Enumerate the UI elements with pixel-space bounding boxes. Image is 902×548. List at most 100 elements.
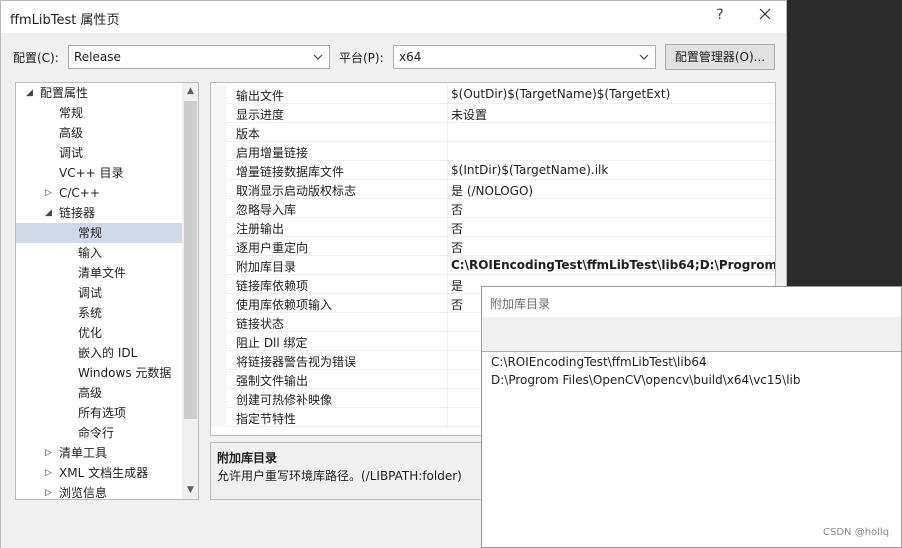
config-select-value: Release (74, 50, 121, 64)
column-separator (447, 408, 448, 427)
property-value[interactable]: C:\ROIEncodingTest\ffmLibTest\lib64;D:\P… (451, 258, 775, 272)
tree-item[interactable]: 所有选项 (16, 403, 182, 423)
tree-item[interactable]: Windows 元数据 (16, 363, 182, 383)
property-name: 启用增量链接 (236, 146, 309, 160)
property-row[interactable]: 输出文件 $(OutDir)$(TargetName)$(TargetExt) (211, 85, 775, 104)
property-value[interactable]: 否 (451, 201, 463, 218)
tree-item[interactable]: ▷ XML 文档生成器 (16, 463, 182, 483)
tree-scrollbar[interactable]: ▲ ▼ (182, 83, 198, 499)
category-tree: ◢ 配置属性 常规 高级 调试 VC++ 目录 ▷ C/C++ ◢ 链接器 常规 输入 清单文件 调试 系统… (15, 82, 199, 500)
tree-item[interactable]: 常规 (16, 103, 182, 123)
platform-select[interactable]: x64 (393, 45, 656, 69)
column-separator (447, 237, 448, 256)
property-value[interactable]: 否 (451, 239, 463, 256)
property-value[interactable]: 是 (/NOLOGO) (451, 182, 533, 199)
tree-item-label: 高级 (59, 126, 84, 140)
row-gutter (211, 199, 227, 218)
tree-item[interactable]: 系统 (16, 303, 182, 323)
tree-item[interactable]: ◢ 链接器 (16, 203, 182, 223)
tree-item-label: 清单工具 (59, 446, 108, 460)
row-gutter (211, 104, 227, 123)
property-row[interactable]: 注册输出 否 (211, 218, 775, 237)
platform-select-value: x64 (399, 50, 422, 64)
tree-item[interactable]: 调试 (16, 143, 182, 163)
tree-item[interactable]: ◢ 配置属性 (16, 83, 182, 103)
property-name: 指定节特性 (236, 412, 297, 426)
property-row[interactable]: 显示进度 未设置 (211, 104, 775, 123)
tree-item[interactable]: 高级 (16, 123, 182, 143)
property-name: 版本 (236, 127, 261, 141)
watermark: CSDN @hollq (823, 527, 890, 538)
expand-arrow-icon[interactable]: ▷ (45, 443, 55, 463)
property-value[interactable]: 未设置 (451, 106, 487, 123)
chevron-down-icon (313, 54, 323, 60)
property-row[interactable]: 增量链接数据库文件 $(IntDir)$(TargetName).ilk (211, 161, 775, 180)
property-name: 阻止 Dll 绑定 (236, 336, 308, 350)
property-row[interactable]: 启用增量链接 (211, 142, 775, 161)
property-row[interactable]: 逐用户重定向 否 (211, 237, 775, 256)
tree-item-label: VC++ 目录 (59, 166, 124, 180)
tree-item-label: Windows 元数据 (78, 366, 172, 380)
property-value[interactable]: $(IntDir)$(TargetName).ilk (451, 163, 608, 177)
tree-item[interactable]: ▷ C/C++ (16, 183, 182, 203)
tree-item[interactable]: 高级 (16, 383, 182, 403)
row-gutter (211, 85, 227, 104)
row-gutter (211, 161, 227, 180)
tree-item[interactable]: ▷ 浏览信息 (16, 483, 182, 499)
scroll-thumb[interactable] (184, 101, 197, 419)
config-manager-button[interactable]: 配置管理器(O)... (665, 44, 775, 70)
config-select[interactable]: Release (68, 45, 330, 69)
property-row[interactable]: 取消显示启动版权标志 是 (/NOLOGO) (211, 180, 775, 199)
tree-item-label: C/C++ (59, 186, 100, 200)
property-row[interactable]: 版本 (211, 123, 775, 142)
property-name: 强制文件输出 (236, 374, 309, 388)
tree-item[interactable]: ▷ 清单工具 (16, 443, 182, 463)
column-separator (447, 389, 448, 408)
column-separator (447, 199, 448, 218)
property-value[interactable]: $(OutDir)$(TargetName)$(TargetExt) (451, 87, 670, 101)
tree-item[interactable]: 命令行 (16, 423, 182, 443)
property-value[interactable]: 是 (451, 277, 463, 294)
tree-item[interactable]: 常规 (16, 223, 182, 243)
column-separator (447, 142, 448, 161)
library-dir-line: C:\ROIEncodingTest\ffmLibTest\lib64 (491, 355, 707, 369)
tree-item-label: XML 文档生成器 (59, 466, 149, 480)
help-icon[interactable]: ? (713, 7, 727, 23)
tree-item-label: 高级 (78, 386, 103, 400)
window-title: ffmLibTest 属性页 (10, 13, 120, 28)
tree-item[interactable]: 优化 (16, 323, 182, 343)
dialog-title-bar: 附加库目录 (482, 287, 901, 317)
additional-library-dirs-dialog: 附加库目录 C:\ROIEncodingTest\ffmLibTest\lib6… (481, 286, 902, 548)
tree-item[interactable]: 嵌入的 IDL (16, 343, 182, 363)
tree-item-label: 系统 (78, 306, 103, 320)
property-value[interactable]: 否 (451, 220, 463, 237)
tree-item-label: 链接器 (59, 206, 96, 220)
expand-arrow-icon[interactable]: ▷ (45, 183, 55, 203)
property-row[interactable]: 附加库目录 C:\ROIEncodingTest\ffmLibTest\lib64… (211, 256, 775, 275)
property-row[interactable]: 忽略导入库 否 (211, 199, 775, 218)
property-value[interactable]: 否 (451, 296, 463, 313)
scroll-down-icon[interactable]: ▼ (182, 482, 198, 499)
expand-arrow-icon[interactable]: ▷ (45, 483, 55, 499)
tree-item-label: 嵌入的 IDL (78, 346, 138, 360)
collapse-arrow-icon[interactable]: ◢ (45, 203, 55, 223)
row-gutter (211, 275, 227, 294)
row-gutter (211, 408, 227, 427)
tree-item[interactable]: 清单文件 (16, 263, 182, 283)
row-gutter (211, 218, 227, 237)
property-name: 链接库依赖项 (236, 279, 309, 293)
tree-item-label: 配置属性 (40, 86, 89, 100)
tree-item[interactable]: 调试 (16, 283, 182, 303)
property-name: 将链接器警告视为错误 (236, 355, 357, 369)
row-gutter (211, 123, 227, 142)
description-text: 允许用户重写环境库路径。(/LIBPATH:folder) (217, 469, 462, 483)
tree-item[interactable]: 输入 (16, 243, 182, 263)
scroll-up-icon[interactable]: ▲ (182, 83, 198, 100)
close-icon[interactable] (757, 6, 773, 22)
tree-item[interactable]: VC++ 目录 (16, 163, 182, 183)
library-dirs-textarea[interactable]: C:\ROIEncodingTest\ffmLibTest\lib64 D:\P… (482, 351, 901, 547)
expand-arrow-icon[interactable]: ▷ (45, 463, 55, 483)
collapse-arrow-icon[interactable]: ◢ (26, 83, 36, 103)
property-name: 取消显示启动版权标志 (236, 184, 357, 198)
property-name: 逐用户重定向 (236, 241, 309, 255)
